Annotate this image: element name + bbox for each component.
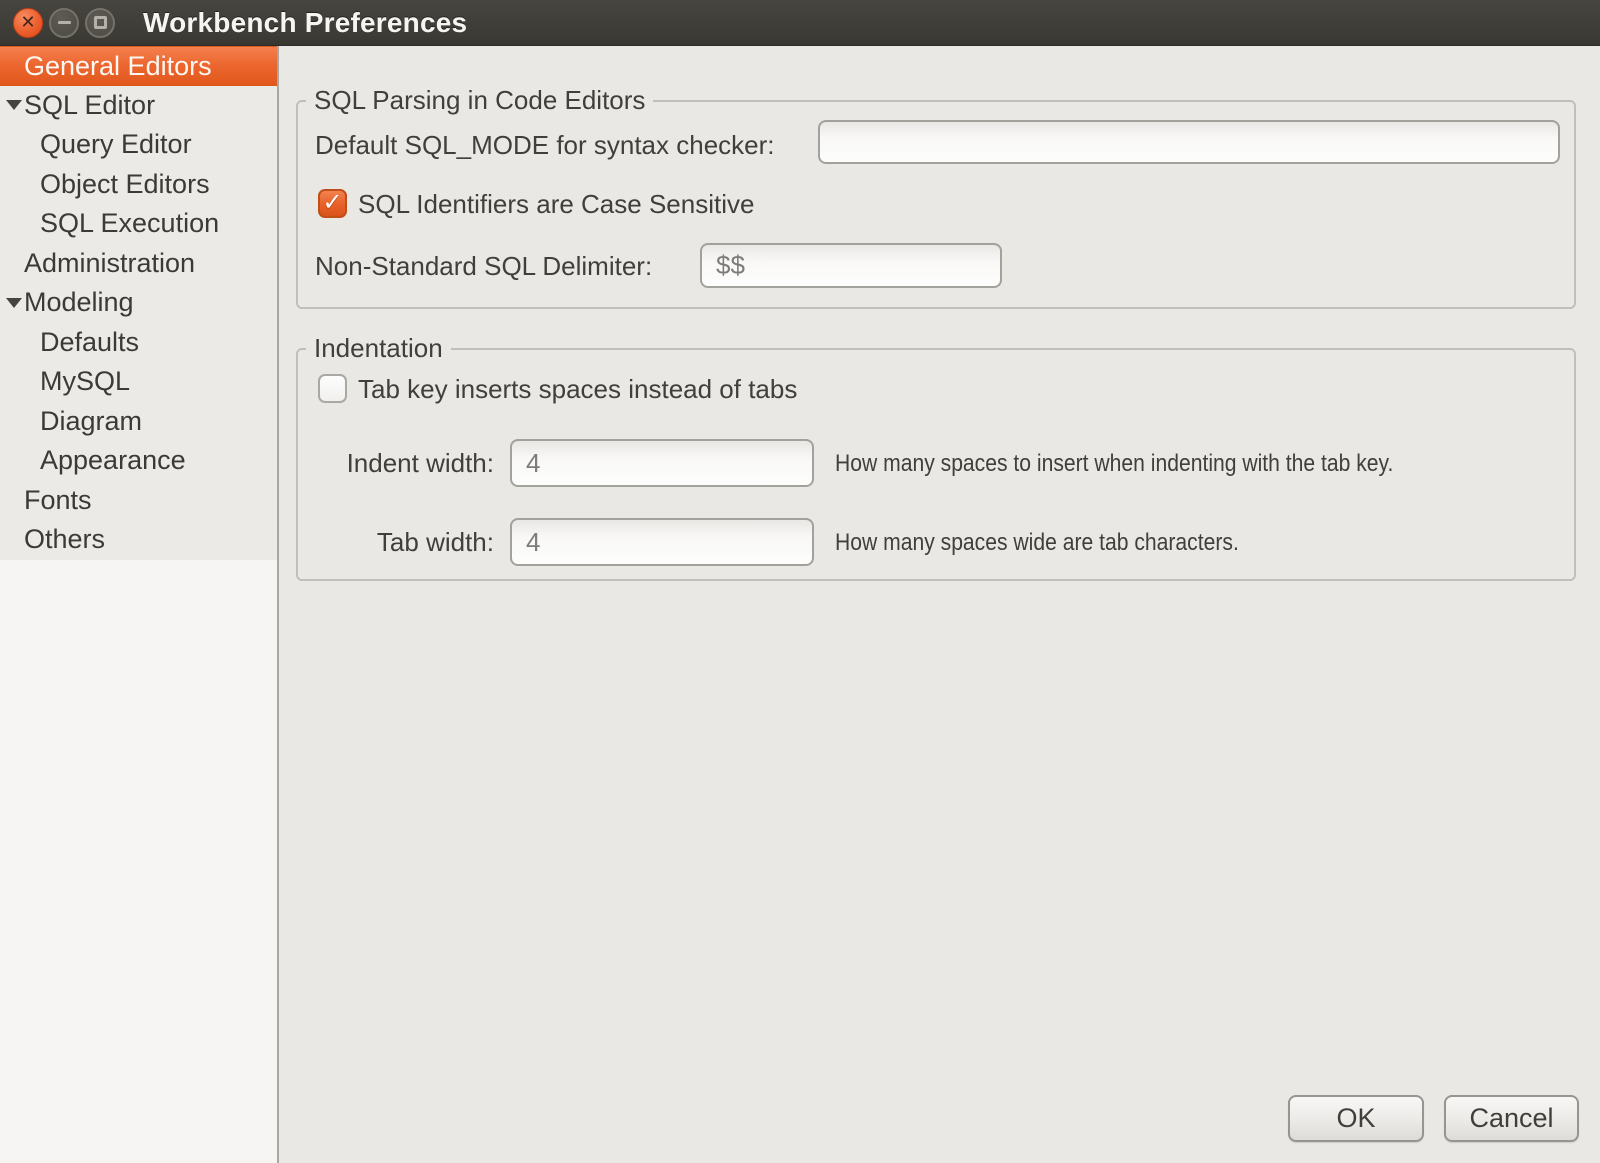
sidebar-item-object-editors[interactable]: Object Editors	[0, 165, 277, 205]
sidebar-item-appearance[interactable]: Appearance	[0, 441, 277, 481]
sql-mode-label: Default SQL_MODE for syntax checker:	[315, 127, 775, 163]
sql-mode-input[interactable]	[818, 120, 1560, 164]
delimiter-label: Non-Standard SQL Delimiter:	[315, 248, 652, 284]
sidebar-item-diagram[interactable]: Diagram	[0, 402, 277, 442]
cancel-button[interactable]: Cancel	[1444, 1095, 1579, 1142]
minimize-icon	[58, 21, 71, 24]
window-title: Workbench Preferences	[143, 7, 467, 39]
sidebar-item-defaults[interactable]: Defaults	[0, 323, 277, 363]
sidebar-item-fonts[interactable]: Fonts	[0, 481, 277, 521]
group-indentation: Indentation Tab key inserts spaces inste…	[296, 348, 1576, 581]
indent-width-label: Indent width:	[315, 445, 494, 481]
sidebar-item-administration[interactable]: Administration	[0, 244, 277, 284]
sidebar-item-sql-editor[interactable]: SQL Editor	[0, 86, 277, 126]
sidebar-item-general-editors[interactable]: General Editors	[0, 46, 277, 86]
tab-spaces-label: Tab key inserts spaces instead of tabs	[358, 371, 797, 407]
case-sensitive-label: SQL Identifiers are Case Sensitive	[358, 186, 754, 222]
close-button[interactable]: ✕	[13, 8, 43, 38]
titlebar[interactable]: ✕ Workbench Preferences	[0, 0, 1600, 46]
ok-button[interactable]: OK	[1288, 1095, 1424, 1142]
preferences-tree: General Editors SQL Editor Query Editor …	[0, 46, 277, 560]
tab-width-input[interactable]	[510, 518, 814, 566]
indent-width-input[interactable]	[510, 439, 814, 487]
sidebar-item-others[interactable]: Others	[0, 520, 277, 560]
expander-icon[interactable]	[6, 100, 22, 110]
maximize-icon	[94, 16, 107, 29]
preferences-window: ✕ Workbench Preferences General Editors …	[0, 0, 1600, 1163]
sidebar: General Editors SQL Editor Query Editor …	[0, 46, 279, 1163]
expander-icon[interactable]	[6, 298, 22, 308]
case-sensitive-checkbox[interactable]: ✓	[318, 189, 347, 218]
sidebar-item-query-editor[interactable]: Query Editor	[0, 125, 277, 165]
tab-width-hint: How many spaces wide are tab characters.	[835, 526, 1239, 560]
tab-width-label: Tab width:	[315, 524, 494, 560]
tab-spaces-checkbox[interactable]	[318, 374, 347, 403]
content-pane: SQL Parsing in Code Editors Default SQL_…	[279, 46, 1600, 1163]
group-sql-parsing-title: SQL Parsing in Code Editors	[306, 85, 653, 116]
indent-width-hint: How many spaces to insert when indenting…	[835, 447, 1393, 481]
group-indentation-title: Indentation	[306, 333, 451, 364]
minimize-button[interactable]	[49, 8, 79, 38]
close-icon: ✕	[20, 13, 35, 31]
sidebar-item-mysql[interactable]: MySQL	[0, 362, 277, 402]
maximize-button[interactable]	[85, 8, 115, 38]
group-sql-parsing: SQL Parsing in Code Editors Default SQL_…	[296, 100, 1576, 309]
sidebar-item-sql-execution[interactable]: SQL Execution	[0, 204, 277, 244]
checkmark-icon: ✓	[322, 191, 342, 215]
delimiter-input[interactable]	[700, 243, 1002, 288]
sidebar-item-modeling[interactable]: Modeling	[0, 283, 277, 323]
